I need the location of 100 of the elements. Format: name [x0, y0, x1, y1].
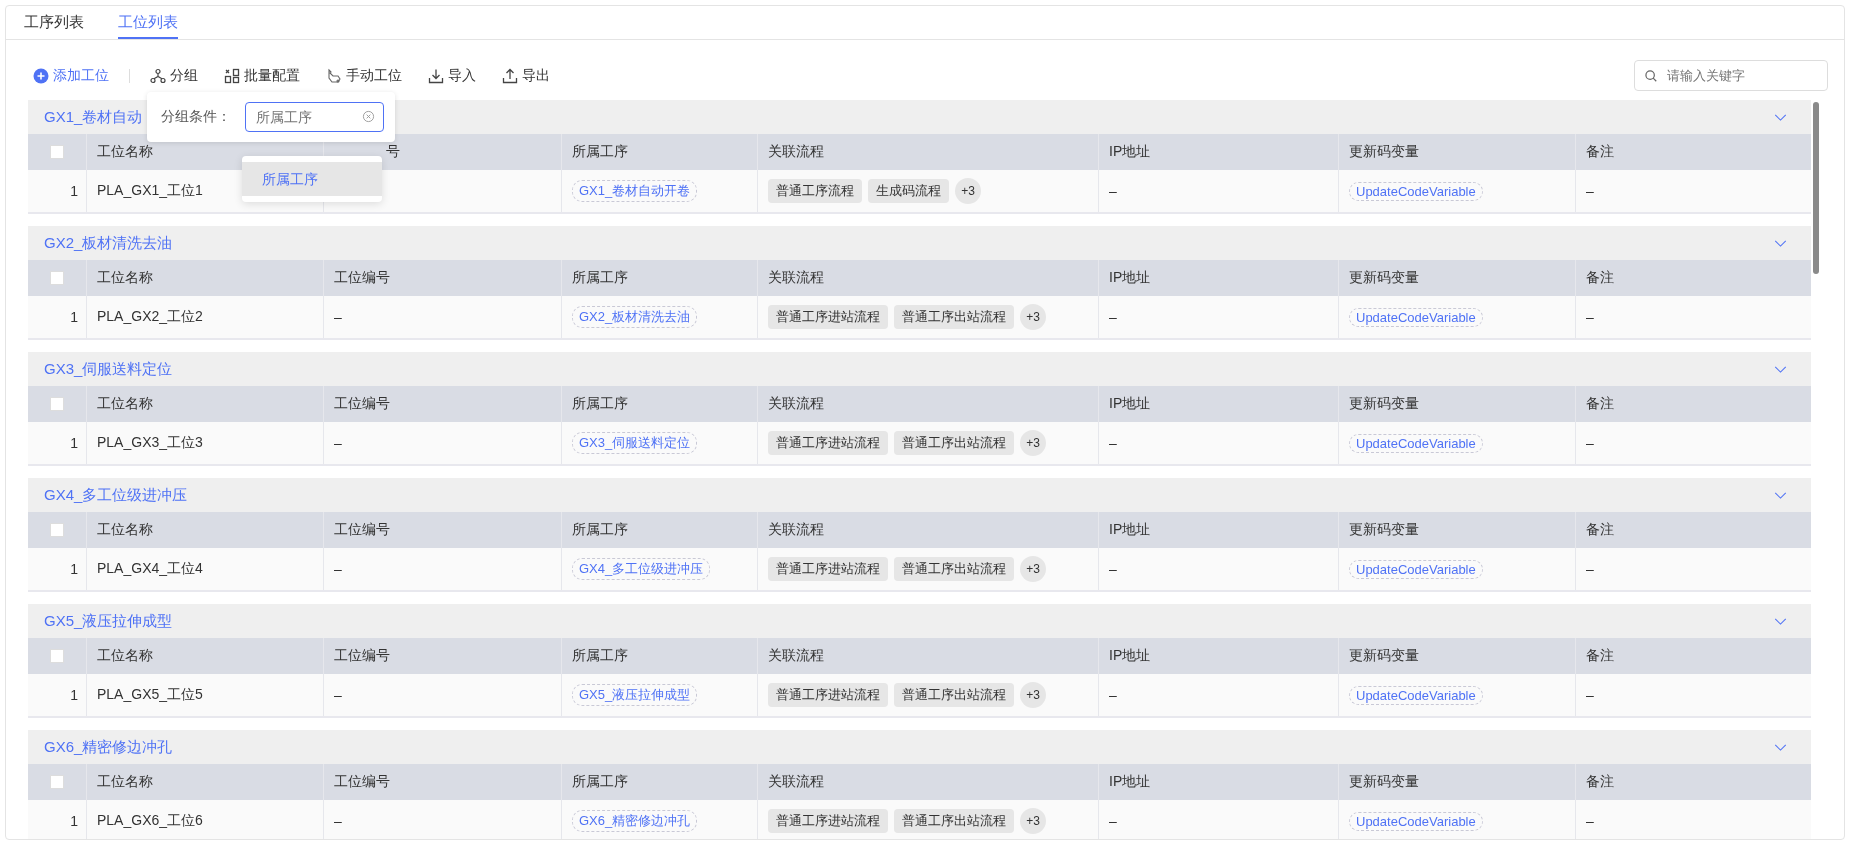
row-number: 1	[69, 560, 79, 579]
column-header: 所属工序	[572, 269, 628, 287]
dropdown-option[interactable]: 所属工序	[242, 162, 382, 196]
download-icon	[428, 67, 444, 84]
more-count[interactable]: +3	[1020, 304, 1046, 330]
table-cell: –	[323, 548, 561, 590]
table-cell: –	[1575, 422, 1811, 464]
hierarchy-icon	[150, 67, 166, 84]
column-header: IP地址	[1109, 521, 1151, 539]
more-count[interactable]: +3	[1020, 556, 1046, 582]
chevron-down-icon[interactable]	[1774, 491, 1787, 499]
checkbox[interactable]	[50, 271, 64, 285]
manual-button[interactable]: 手动工位	[326, 66, 402, 85]
table-cell: –	[1575, 674, 1811, 716]
column-header: IP地址	[1109, 647, 1151, 665]
table-cell: PLA_GX4_工位4	[86, 548, 323, 590]
chevron-down-icon[interactable]	[1774, 239, 1787, 247]
table-cell: –	[1575, 800, 1811, 839]
tab[interactable]: 工序列表	[24, 6, 84, 39]
column-header: 工位名称	[97, 647, 153, 665]
group-button[interactable]: 分组	[150, 66, 198, 85]
column-header: 所属工序	[572, 521, 628, 539]
flow-tag: 普通工序出站流程	[894, 305, 1014, 329]
add-button[interactable]: 添加工位	[33, 66, 109, 85]
row-number: 1	[69, 812, 79, 831]
table-cell: PLA_GX2_工位2	[86, 296, 323, 338]
upload-icon	[502, 67, 518, 84]
column-header: IP地址	[1109, 269, 1151, 287]
row-number: 1	[69, 686, 79, 705]
checkbox[interactable]	[50, 775, 64, 789]
group-title[interactable]: GX4_多工位级进冲压	[44, 485, 188, 505]
column-header: 备注	[1586, 773, 1614, 791]
column-header: 更新码变量	[1349, 521, 1419, 539]
more-count[interactable]: +3	[955, 178, 981, 204]
search-icon	[1644, 69, 1658, 83]
chevron-down-icon[interactable]	[1774, 113, 1787, 121]
flow-tag: 普通工序进站流程	[768, 809, 888, 833]
group-condition-select[interactable]: 所属工序	[245, 102, 384, 132]
column-header: 工位编号	[334, 647, 390, 665]
flow-tag: 普通工序进站流程	[768, 431, 888, 455]
column-header: IP地址	[1109, 395, 1151, 413]
row-number: 1	[69, 308, 79, 327]
batch-button[interactable]: 批量配置	[224, 66, 300, 85]
column-header: IP地址	[1109, 773, 1151, 791]
flow-tag: 普通工序出站流程	[894, 431, 1014, 455]
column-header: 号	[386, 143, 400, 161]
grid-icon	[224, 67, 240, 84]
table-cell: –	[1575, 548, 1811, 590]
column-header: 关联流程	[768, 521, 824, 539]
chevron-down-icon[interactable]	[1774, 743, 1787, 751]
column-header: 关联流程	[768, 143, 824, 161]
column-header: 关联流程	[768, 647, 824, 665]
column-header: 关联流程	[768, 395, 824, 413]
column-header: 备注	[1586, 521, 1614, 539]
column-header: 工位名称	[97, 521, 153, 539]
table-cell: PLA_GX5_工位5	[86, 674, 323, 716]
column-header: 更新码变量	[1349, 773, 1419, 791]
table-cell: –	[323, 674, 561, 716]
chevron-down-icon[interactable]	[1774, 617, 1787, 625]
group-title[interactable]: GX6_精密修边冲孔	[44, 737, 173, 757]
checkbox[interactable]	[50, 145, 64, 159]
checkbox[interactable]	[50, 397, 64, 411]
checkbox[interactable]	[50, 649, 64, 663]
flow-tag: 普通工序进站流程	[768, 683, 888, 707]
group-title[interactable]: GX3_伺服送料定位	[44, 359, 173, 379]
table-cell: –	[1098, 548, 1338, 590]
export-button[interactable]: 导出	[502, 66, 550, 85]
flow-tag: 普通工序流程	[768, 179, 862, 203]
table-cell: –	[1098, 674, 1338, 716]
checkbox[interactable]	[50, 523, 64, 537]
more-count[interactable]: +3	[1020, 808, 1046, 834]
clear-icon[interactable]	[362, 110, 375, 123]
more-count[interactable]: +3	[1020, 682, 1046, 708]
flow-tag: 普通工序进站流程	[768, 305, 888, 329]
chevron-down-icon[interactable]	[1774, 365, 1787, 373]
group-title[interactable]: GX5_液压拉伸成型	[44, 611, 173, 631]
column-header: 更新码变量	[1349, 647, 1419, 665]
flow-tag: 普通工序出站流程	[894, 809, 1014, 833]
table-cell: –	[323, 296, 561, 338]
group-title[interactable]: GX2_板材清洗去油	[44, 233, 173, 253]
column-header: IP地址	[1109, 143, 1151, 161]
table-cell: –	[1575, 296, 1811, 338]
search-field[interactable]: 请输入关键字	[1634, 60, 1828, 91]
table-cell: –	[323, 422, 561, 464]
table-cell: –	[1098, 800, 1338, 839]
tab[interactable]: 工位列表	[118, 6, 178, 39]
column-header: 工位编号	[334, 269, 390, 287]
scrollbar-thumb[interactable]	[1813, 102, 1819, 274]
column-header: 工位名称	[97, 269, 153, 287]
flow-tag: 普通工序出站流程	[894, 557, 1014, 581]
column-header: 更新码变量	[1349, 143, 1419, 161]
group-title[interactable]: GX1_卷材自动	[44, 107, 143, 127]
import-button[interactable]: 导入	[428, 66, 476, 85]
column-header: 所属工序	[572, 143, 628, 161]
table-cell: –	[1098, 296, 1338, 338]
flow-tag: 普通工序进站流程	[768, 557, 888, 581]
column-header: 关联流程	[768, 269, 824, 287]
column-header: 更新码变量	[1349, 269, 1419, 287]
more-count[interactable]: +3	[1020, 430, 1046, 456]
column-header: 工位编号	[334, 521, 390, 539]
